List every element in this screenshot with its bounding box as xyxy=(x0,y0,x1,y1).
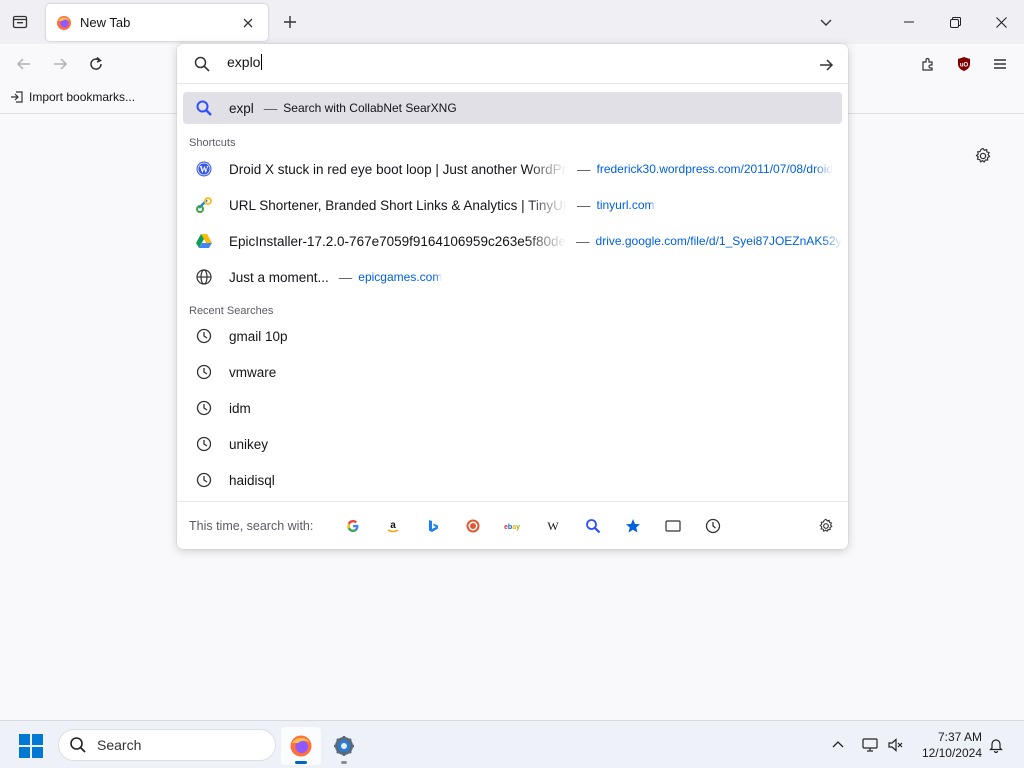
heuristic-search-row[interactable]: expl — Search with CollabNet SearXNG xyxy=(183,92,842,124)
window-close-button[interactable] xyxy=(978,6,1024,38)
svg-text:a: a xyxy=(391,520,397,531)
minimize-button[interactable] xyxy=(886,6,932,38)
svg-text:ebay: ebay xyxy=(504,524,520,531)
clock-time: 7:37 AM xyxy=(937,730,982,744)
duckduckgo-icon[interactable] xyxy=(453,511,493,541)
urlbar-dropdown: explo expl — Search with CollabNet SearX… xyxy=(177,44,848,549)
svg-text:W: W xyxy=(548,519,560,533)
taskbar-search-box[interactable]: Search xyxy=(58,729,276,761)
import-bookmarks-label: Import bookmarks... xyxy=(29,90,136,104)
firefox-view-icon[interactable] xyxy=(8,10,32,34)
forward-arrow-icon[interactable] xyxy=(46,50,74,78)
new-tab-button[interactable] xyxy=(278,10,302,34)
one-off-label: This time, search with: xyxy=(189,518,314,533)
firefox-icon xyxy=(57,15,71,30)
notification-bell-icon[interactable] xyxy=(984,733,1008,757)
firefox-icon xyxy=(290,735,312,757)
ebay-icon[interactable]: ebay xyxy=(493,511,533,541)
shortcut-row[interactable]: URL Shortener, Branded Short Links & Ana… xyxy=(183,189,842,221)
close-icon[interactable] xyxy=(238,13,258,33)
tab-strip: New Tab xyxy=(0,0,1024,44)
volume-muted-icon[interactable] xyxy=(884,733,908,757)
back-arrow-icon[interactable] xyxy=(10,50,38,78)
wikipedia-icon[interactable]: W xyxy=(533,511,573,541)
amazon-icon[interactable]: a xyxy=(373,511,413,541)
clock-icon xyxy=(195,435,213,453)
google-icon[interactable] xyxy=(333,511,373,541)
shortcut-row[interactable]: W Droid X stuck in red eye boot loop | J… xyxy=(183,153,842,185)
recent-search-row[interactable]: haidisql xyxy=(183,464,842,496)
taskbar-clock[interactable]: 7:37 AM 12/10/2024 xyxy=(914,729,982,761)
taskbar-firefox[interactable] xyxy=(281,727,321,765)
heuristic-action: Search with CollabNet SearXNG xyxy=(283,101,457,115)
recent-search-row[interactable]: gmail 10p xyxy=(183,320,842,352)
shortcuts-group-label: Shortcuts xyxy=(189,137,236,149)
taskbar-search-label: Search xyxy=(97,737,142,753)
windows-start-icon[interactable] xyxy=(18,733,44,759)
search-settings-gear-icon[interactable] xyxy=(815,515,837,537)
globe-icon xyxy=(195,268,213,286)
clock-icon xyxy=(195,471,213,489)
chevron-up-icon[interactable] xyxy=(826,733,850,757)
tab-title: New Tab xyxy=(80,15,131,30)
recent-search-row[interactable]: idm xyxy=(183,392,842,424)
shortcut-row[interactable]: Just a moment... — epicgames.com xyxy=(183,261,842,293)
svg-text:W: W xyxy=(200,165,209,175)
recent-search-row[interactable]: vmware xyxy=(183,356,842,388)
wordpress-icon: W xyxy=(195,160,213,178)
recent-searches-label: Recent Searches xyxy=(189,305,274,317)
gear-icon[interactable] xyxy=(970,143,996,169)
google-drive-icon xyxy=(195,232,213,250)
urlbar-input[interactable]: explo xyxy=(227,54,787,70)
taskbar: Search 7:37 AM 12/10/2024 xyxy=(0,720,1024,768)
restore-button[interactable] xyxy=(932,6,978,38)
history-icon[interactable] xyxy=(693,511,733,541)
searxng-icon[interactable] xyxy=(573,511,613,541)
recent-search-row[interactable]: unikey xyxy=(183,428,842,460)
network-icon[interactable] xyxy=(858,733,882,757)
clock-icon xyxy=(195,327,213,345)
clock-icon xyxy=(195,399,213,417)
bing-icon[interactable] xyxy=(413,511,453,541)
shortcut-row[interactable]: EpicInstaller-17.2.0-767e7059f9164106959… xyxy=(183,225,842,257)
urlbar-input-row: explo xyxy=(177,44,848,84)
heuristic-query: expl xyxy=(229,100,254,116)
search-icon xyxy=(70,737,86,753)
go-arrow-icon[interactable] xyxy=(815,54,837,76)
clock-icon xyxy=(195,363,213,381)
tabs-icon[interactable] xyxy=(653,511,693,541)
reload-icon[interactable] xyxy=(82,50,110,78)
settings-gear-icon xyxy=(334,736,354,756)
taskbar-settings[interactable] xyxy=(324,727,364,765)
svg-text:uO: uO xyxy=(960,63,969,69)
searxng-icon xyxy=(195,99,213,117)
import-icon xyxy=(11,91,23,103)
search-icon xyxy=(194,56,210,72)
extensions-icon[interactable] xyxy=(914,50,942,78)
bookmarks-star-icon[interactable] xyxy=(613,511,653,541)
tinyurl-icon xyxy=(195,196,213,214)
import-bookmarks-item[interactable]: Import bookmarks... xyxy=(10,90,135,104)
ublock-origin-icon[interactable]: uO xyxy=(950,50,978,78)
one-off-search-bar: This time, search with: a ebay W xyxy=(177,501,848,549)
chevron-down-icon[interactable] xyxy=(814,10,838,34)
clock-date: 12/10/2024 xyxy=(921,746,982,760)
hamburger-menu-icon[interactable] xyxy=(986,50,1014,78)
tab-new-tab[interactable]: New Tab xyxy=(46,4,268,41)
